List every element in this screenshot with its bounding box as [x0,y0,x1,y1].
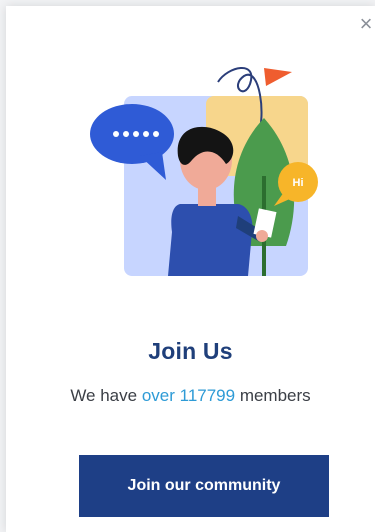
close-icon[interactable]: × [357,13,375,35]
dot [113,131,119,137]
dot [123,131,129,137]
members-summary: We have over 117799 members [6,386,375,406]
dot [133,131,139,137]
dot [143,131,149,137]
members-count: over 117799 [141,386,236,405]
hi-text: Hi [293,177,304,189]
join-community-button[interactable]: Join our community [79,455,329,517]
modal-title: Join Us [148,338,233,364]
person-body [168,204,253,276]
person-hand [256,230,268,242]
join-modal: × Hi Join Us We have over 117799 members… [6,6,375,532]
members-suffix: members [235,386,311,405]
paper-plane-icon [264,68,292,86]
members-prefix: We have [70,386,142,405]
community-illustration: Hi [90,67,318,276]
dot [153,131,159,137]
